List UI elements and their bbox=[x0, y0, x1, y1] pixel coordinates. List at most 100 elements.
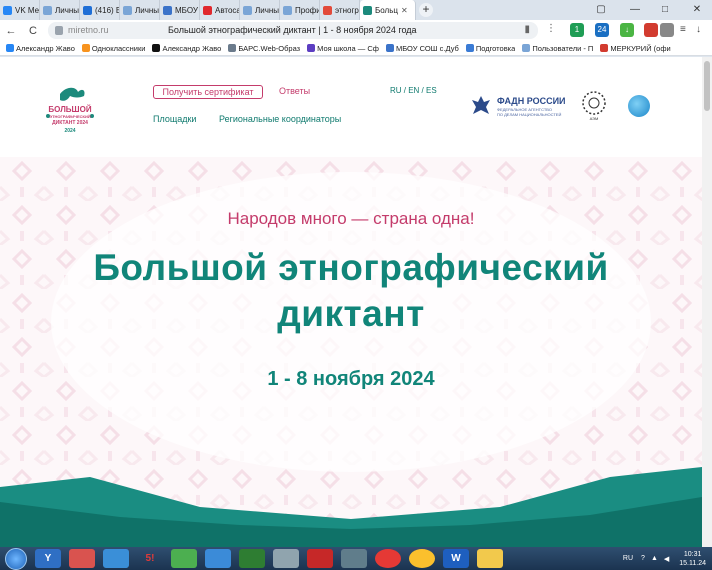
bookmark-item[interactable]: Моя школа — Сф bbox=[307, 44, 379, 53]
logo-line3: ДИКТАНТ 2024 bbox=[52, 120, 88, 126]
bookmark-item[interactable]: Александр Жаво bbox=[152, 44, 221, 53]
tab-favicon-icon bbox=[203, 5, 212, 15]
terminal-taskbar-icon[interactable] bbox=[239, 549, 265, 568]
volume-icon[interactable]: ◀ bbox=[664, 555, 669, 563]
menu-icon[interactable]: ≡ bbox=[680, 24, 686, 35]
app-5-taskbar-icon[interactable]: 5! bbox=[137, 549, 163, 568]
bookmark-favicon-icon bbox=[6, 44, 14, 52]
bookmark-label: Пользователи - П bbox=[532, 43, 594, 53]
tab-8[interactable]: этногра bbox=[320, 0, 360, 20]
computer-taskbar-icon[interactable] bbox=[341, 549, 367, 568]
tab-1[interactable]: Личный bbox=[40, 0, 80, 20]
regional-coordinators-link[interactable]: Региональные координаторы bbox=[219, 114, 341, 124]
hero-title: Большой этнографический диктант bbox=[0, 245, 702, 337]
app-blue-taskbar-icon[interactable] bbox=[205, 549, 231, 568]
tab-7[interactable]: Профил bbox=[280, 0, 320, 20]
venues-link[interactable]: Площадки bbox=[153, 114, 196, 124]
more-icon[interactable]: ⋮ bbox=[546, 23, 556, 34]
shield-extension-icon[interactable]: 1 bbox=[570, 23, 584, 37]
profile-extension-icon[interactable] bbox=[644, 23, 658, 37]
tab-favicon-icon bbox=[323, 5, 332, 15]
reload-button[interactable]: C bbox=[24, 22, 42, 40]
tab-9[interactable]: Больц ✕ bbox=[360, 0, 416, 20]
network-taskbar-icon[interactable] bbox=[103, 549, 129, 568]
get-certificate-button[interactable]: Получить сертификат bbox=[153, 85, 263, 99]
tab-6[interactable]: Личный bbox=[240, 0, 280, 20]
bookmark-item[interactable]: Подготовка bbox=[465, 43, 516, 53]
bookmark-label: Подготовка bbox=[475, 43, 516, 53]
counter-extension-icon[interactable]: 24 bbox=[595, 23, 609, 37]
tab-favicon-icon bbox=[3, 5, 12, 15]
bookmark-label: Одноклассники bbox=[91, 43, 146, 53]
tabs-overview-icon[interactable]: ▢ bbox=[588, 0, 614, 20]
presentation-taskbar-icon[interactable] bbox=[307, 549, 333, 568]
new-tab-button[interactable]: + bbox=[419, 3, 433, 17]
paint-taskbar-icon[interactable] bbox=[69, 549, 95, 568]
help-icon[interactable]: ? bbox=[641, 555, 645, 562]
tab-favicon-icon bbox=[83, 5, 92, 15]
bookmark-favicon-icon bbox=[465, 44, 474, 52]
bookmark-favicon-icon bbox=[522, 44, 531, 52]
bookmark-item[interactable]: МЕРКУРИЙ (офи bbox=[600, 43, 671, 53]
tab-label: (416) Вх bbox=[95, 5, 119, 15]
downloads-icon[interactable]: ↓ bbox=[696, 24, 701, 35]
app-green-taskbar-icon[interactable] bbox=[171, 549, 197, 568]
bookmark-flag-icon[interactable]: ▮ bbox=[524, 24, 530, 35]
bookmark-item[interactable]: МБОУ СОШ с.Дуб bbox=[385, 44, 459, 53]
language-switcher[interactable]: RU / EN / ES bbox=[390, 86, 437, 95]
start-button[interactable] bbox=[5, 547, 27, 570]
system-tray: RU ? ▲ ◀ 10:31 15.11.24 bbox=[623, 547, 706, 570]
logo-line1: БОЛЬШОЙ bbox=[48, 105, 92, 114]
scrollbar-thumb[interactable] bbox=[704, 61, 710, 111]
calculator-taskbar-icon[interactable] bbox=[273, 549, 299, 568]
bookmark-item[interactable]: Пользователи - П bbox=[522, 44, 593, 53]
media-player-taskbar-icon[interactable] bbox=[375, 549, 401, 568]
tab-strip: VK Мес Личный (416) Вх Личный МБОУ С Автосал Л… bbox=[0, 0, 416, 20]
close-window-button[interactable]: ✕ bbox=[684, 0, 710, 20]
page-scrollbar[interactable] bbox=[702, 57, 712, 547]
globe-logo-icon[interactable] bbox=[628, 95, 650, 117]
bookmark-favicon-icon bbox=[81, 44, 90, 52]
bookmark-label: МЕРКУРИЙ (офи bbox=[610, 43, 671, 53]
tab-label: Автосал bbox=[215, 5, 239, 15]
hero-section: Народов много — страна одна! Большой этн… bbox=[0, 157, 702, 547]
bookmark-item[interactable]: Одноклассники bbox=[81, 43, 146, 53]
tab-2[interactable]: (416) Вх bbox=[80, 0, 120, 20]
bookmark-favicon-icon bbox=[385, 44, 394, 52]
url-field[interactable]: miretno.ru Большой этнографический дикта… bbox=[48, 22, 538, 39]
tab-label: VK Мес bbox=[15, 5, 40, 15]
tab-favicon-icon bbox=[243, 5, 252, 15]
site-logo[interactable]: БОЛЬШОЙ ЭТНОГРАФИЧЕСКИЙ ДИКТАНТ 2024 202… bbox=[40, 82, 100, 142]
clock-time: 10:31 bbox=[683, 550, 702, 558]
yandex-browser-taskbar-icon[interactable]: Y bbox=[35, 549, 61, 568]
maximize-button[interactable]: □ bbox=[652, 0, 678, 20]
language-indicator[interactable]: RU bbox=[623, 555, 633, 562]
download-extension-icon[interactable]: ↓ bbox=[620, 23, 634, 37]
back-button[interactable]: ← bbox=[2, 22, 20, 40]
app-yellow-taskbar-icon[interactable] bbox=[409, 549, 435, 568]
tab-0[interactable]: VK Мес bbox=[0, 0, 40, 20]
bookmark-label: Александр Жаво bbox=[16, 43, 75, 53]
clock[interactable]: 10:31 15.11.24 bbox=[679, 550, 706, 568]
bookmark-label: Моя школа — Сф bbox=[317, 43, 379, 53]
windows-taskbar: Y 5! W RU ? ▲ ◀ 10:31 15.11.24 bbox=[0, 547, 712, 570]
logo-line2: ЭТНОГРАФИЧЕСКИЙ bbox=[49, 114, 91, 119]
word-taskbar-icon[interactable]: W bbox=[443, 549, 469, 568]
tab-3[interactable]: Личный bbox=[120, 0, 160, 20]
puzzle-extension-icon[interactable] bbox=[660, 23, 674, 37]
bookmark-item[interactable]: БАРС.Web-Образ bbox=[228, 44, 300, 53]
event-dates: 1 - 8 ноября 2024 bbox=[267, 368, 435, 390]
network-icon[interactable]: ▲ bbox=[651, 555, 658, 562]
close-tab-icon[interactable]: ✕ bbox=[401, 6, 408, 15]
bookmark-item[interactable]: Александр Жаво bbox=[6, 44, 75, 53]
fadn-logo[interactable]: ФАДН РОССИИ ФЕДЕРАЛЬНОЕ АГЕНТСТВО ПО ДЕЛ… bbox=[470, 94, 570, 122]
clock-date: 15.11.24 bbox=[679, 559, 706, 567]
url-domain: miretno.ru bbox=[68, 25, 109, 35]
explorer-taskbar-icon[interactable] bbox=[477, 549, 503, 568]
answers-link[interactable]: Ответы bbox=[279, 86, 310, 96]
tab-label: Профил bbox=[295, 5, 319, 15]
partner-logo[interactable]: АЭМ bbox=[580, 90, 608, 124]
minimize-button[interactable]: — bbox=[622, 0, 648, 20]
tab-5[interactable]: Автосал bbox=[200, 0, 240, 20]
tab-4[interactable]: МБОУ С bbox=[160, 0, 200, 20]
